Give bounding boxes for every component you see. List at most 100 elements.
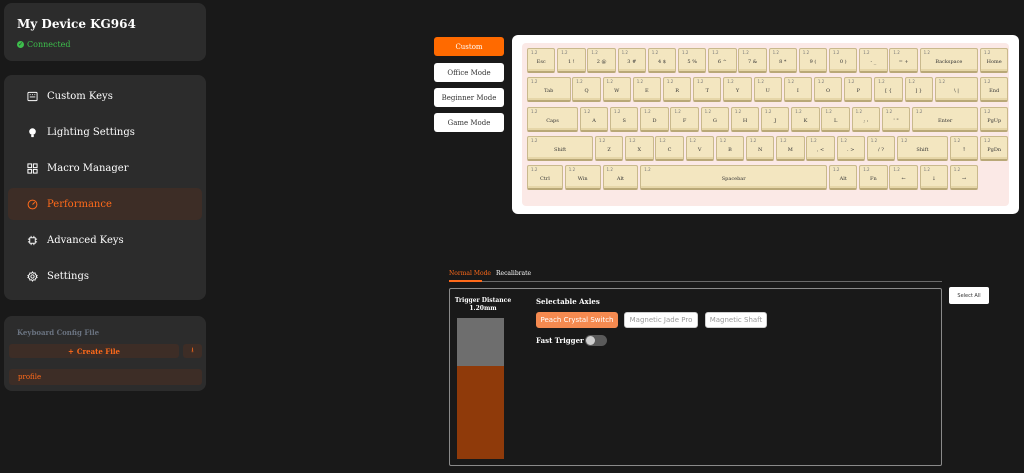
create-file-button[interactable]: + Create File — [9, 344, 179, 358]
fast-trigger-toggle[interactable] — [585, 335, 607, 346]
key[interactable]: 1.2 5 % — [678, 48, 707, 73]
key[interactable]: 1.2 C — [655, 135, 684, 161]
key[interactable]: 1.2 U — [753, 77, 782, 103]
key[interactable]: 1.2 = + — [889, 48, 918, 73]
key[interactable]: 1.2 0 ) — [829, 48, 858, 73]
key[interactable]: 1.2 S — [610, 106, 639, 132]
import-button[interactable]: ⭳ — [183, 344, 202, 358]
sidebar-item-settings[interactable]: Settings — [8, 260, 202, 292]
key[interactable]: 1.2 Alt — [829, 165, 858, 191]
axis-peach-crystal-button[interactable]: Peach Crystal Switch — [536, 312, 618, 328]
sidebar-item-custom-keys[interactable]: Custom Keys — [8, 80, 202, 112]
key[interactable]: 1.2 Win — [564, 165, 601, 191]
tab-recalibrate[interactable]: Recalibrate — [496, 270, 531, 277]
key[interactable]: 1.2 R — [662, 77, 692, 103]
select-all-button[interactable]: Select All — [949, 287, 989, 304]
key[interactable]: 1.2 PgDn — [980, 135, 1009, 161]
key[interactable]: 1.2 A — [579, 106, 609, 132]
key[interactable]: 1.2 PgUp — [980, 106, 1009, 132]
key[interactable]: 1.2 E — [632, 77, 662, 103]
key[interactable]: 1.2[ { — [874, 77, 903, 103]
mode-beginner-button[interactable]: Beginner Mode — [434, 88, 504, 107]
key[interactable]: 1.2 W — [602, 77, 631, 103]
key[interactable]: 1.2 / ? — [866, 135, 896, 161]
key[interactable]: 1.2 V — [685, 135, 714, 161]
key[interactable]: 1.2. > — [836, 135, 865, 161]
key[interactable]: 1.2; : — [851, 106, 881, 132]
key[interactable]: 1.2 End — [980, 77, 1009, 103]
key[interactable]: 1.2 Y — [723, 77, 752, 103]
key[interactable]: 1.2- _ — [859, 48, 888, 73]
key[interactable]: 1.2] } — [904, 77, 933, 103]
key[interactable]: 1.2 ↑ — [949, 135, 979, 161]
key[interactable]: 1.2 P — [844, 77, 873, 103]
key[interactable]: 1.2 D — [640, 106, 669, 132]
key[interactable]: 1.2 → — [949, 165, 979, 191]
key[interactable]: 1.2 6 ^ — [708, 48, 737, 73]
key[interactable]: 1.2 Home — [980, 48, 1009, 73]
key[interactable]: 1.2 1 ! — [557, 48, 586, 73]
key-label: 6 ^ — [717, 59, 727, 65]
tab-normal-mode[interactable]: Normal Mode — [449, 270, 491, 277]
key-trigger-value: 1.2 — [659, 137, 666, 143]
sidebar-nav: Custom Keys Lighting Settings Macro Mana… — [4, 75, 206, 300]
sidebar-item-performance[interactable]: Performance — [8, 188, 202, 220]
key[interactable]: 1.2 3 # — [617, 48, 646, 73]
key[interactable]: 1.2 X — [625, 135, 654, 161]
mode-office-button[interactable]: Office Mode — [434, 63, 504, 82]
key-label: - _ — [870, 59, 877, 65]
key[interactable]: 1.2 Spacebar — [640, 165, 828, 191]
key[interactable]: 1.2 Ctrl — [527, 165, 563, 191]
trigger-distance-slider[interactable] — [457, 318, 504, 459]
key[interactable]: 1.2 K — [791, 106, 820, 132]
key[interactable]: 1.2 G — [700, 106, 730, 132]
key[interactable]: 1.2 J — [761, 106, 790, 132]
key-label: Spacebar — [721, 176, 746, 183]
sidebar-item-advanced-keys[interactable]: Advanced Keys — [8, 224, 202, 256]
connection-status-text: Connected — [27, 40, 71, 49]
key[interactable]: 1.2 ' " — [881, 106, 911, 132]
key[interactable]: 1.2 Alt — [602, 165, 639, 191]
profile-item[interactable]: profile — [9, 369, 202, 385]
key[interactable]: 1.2 Z — [594, 135, 624, 161]
sidebar-item-lighting-settings[interactable]: Lighting Settings — [8, 116, 202, 148]
axis-magnetic-jade-pro-button[interactable]: Magnetic Jade Pro — [624, 312, 698, 328]
key[interactable]: 1.2 H — [730, 106, 760, 132]
key[interactable]: 1.2 ← — [889, 165, 918, 191]
key[interactable]: 1.2 B — [715, 135, 745, 161]
key-trigger-value: 1.2 — [908, 79, 915, 85]
key[interactable]: 1.2 I — [783, 77, 813, 103]
key[interactable]: 1.2 F — [670, 106, 699, 132]
key[interactable]: 1.2 7 & — [738, 48, 767, 73]
key-label: L — [833, 117, 838, 124]
key-trigger-value: 1.2 — [916, 108, 923, 114]
key[interactable]: 1.2 Q — [572, 77, 601, 103]
key-trigger-value: 1.2 — [863, 167, 870, 173]
key[interactable]: 1.2 L — [821, 106, 850, 132]
key[interactable]: 1.2 M — [776, 135, 805, 161]
key[interactable]: 1.2 ↓ — [919, 165, 948, 191]
axis-magnetic-shaft-button[interactable]: Magnetic Shaft — [705, 312, 767, 328]
key[interactable]: 1.2 \ | — [934, 77, 979, 103]
sidebar-item-macro-manager[interactable]: Macro Manager — [8, 152, 202, 184]
key[interactable]: 1.2 Backspace — [919, 48, 979, 73]
key-label: ↓ — [931, 176, 936, 183]
key-label: Q — [584, 88, 589, 95]
key[interactable]: 1.2 2 @ — [587, 48, 616, 73]
mode-custom-button[interactable]: Custom — [434, 37, 504, 56]
key[interactable]: 1.2 Esc — [527, 48, 556, 73]
mode-game-button[interactable]: Game Mode — [434, 113, 504, 132]
key[interactable]: 1.2 8 * — [768, 48, 797, 73]
key[interactable]: 1.2 9 ( — [798, 48, 828, 73]
key[interactable]: 1.2 , < — [806, 135, 835, 161]
key[interactable]: 1.2 Enter — [912, 106, 979, 132]
key[interactable]: 1.2 Caps — [527, 106, 579, 132]
key[interactable]: 1.2 Tab — [527, 77, 571, 103]
key[interactable]: 1.2 N — [745, 135, 775, 161]
key[interactable]: 1.2 O — [813, 77, 843, 103]
key[interactable]: 1.2 Shift — [896, 135, 948, 161]
key[interactable]: 1.2 Fn — [859, 165, 888, 191]
key[interactable]: 1.2 Shift — [527, 135, 594, 161]
key[interactable]: 1.2 T — [693, 77, 722, 103]
key[interactable]: 1.2 4 $ — [647, 48, 677, 73]
